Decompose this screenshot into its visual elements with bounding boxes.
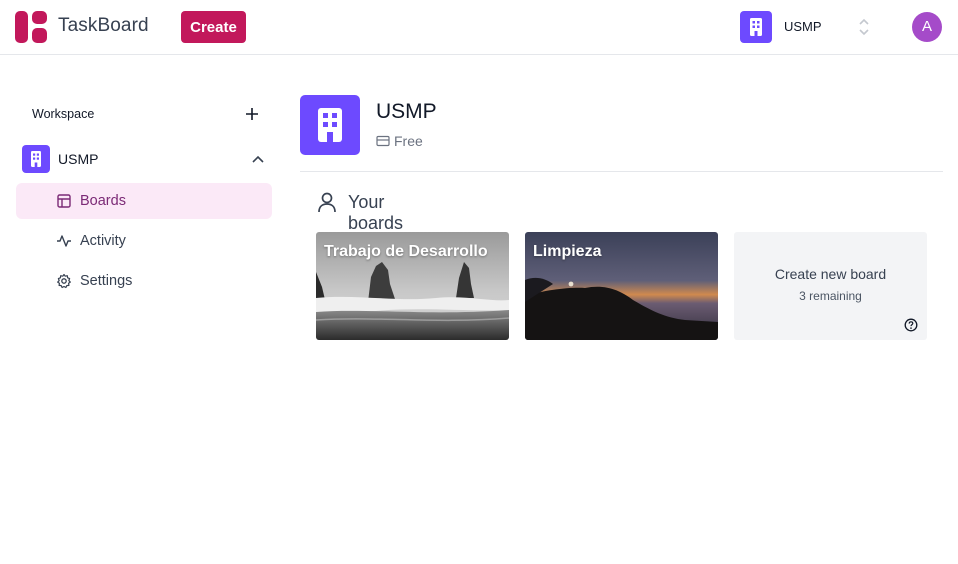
- activity-icon: [57, 235, 71, 247]
- help-circle-icon[interactable]: [904, 318, 918, 332]
- create-new-board-card[interactable]: Create new board 3 remaining: [734, 232, 927, 340]
- board-title: Trabajo de Desarrollo: [324, 243, 488, 260]
- chevron-up-icon[interactable]: [251, 153, 265, 165]
- org-switcher-label: USMP: [784, 19, 822, 34]
- building-icon: [22, 145, 50, 173]
- your-boards-label: Your boards: [348, 192, 404, 233]
- boards-remaining-label: 3 remaining: [799, 289, 862, 303]
- user-icon: [318, 192, 336, 213]
- taskboard-logo-icon[interactable]: [15, 11, 47, 43]
- board-layout-icon: [57, 194, 71, 208]
- credit-card-icon: [376, 135, 390, 147]
- org-avatar-building-icon: [300, 95, 360, 155]
- plan-label: Free: [394, 133, 423, 149]
- board-card-limpieza[interactable]: Limpieza: [525, 232, 718, 340]
- chevron-up-down-icon: [859, 18, 869, 36]
- plus-icon[interactable]: [244, 106, 260, 122]
- sidebar-item-activity[interactable]: Activity: [16, 223, 272, 259]
- workspace-name: USMP: [58, 151, 99, 167]
- workspace-label: Workspace: [32, 107, 95, 121]
- sidebar-item-label: Activity: [80, 233, 126, 249]
- sidebar-item-label: Boards: [80, 193, 126, 209]
- workspace-usmp[interactable]: USMP: [22, 145, 272, 173]
- settings-gear-icon: [57, 273, 71, 289]
- create-button[interactable]: Create: [181, 11, 246, 43]
- sidebar-item-label: Settings: [80, 273, 133, 289]
- board-card-trabajo-de-desarrollo[interactable]: Trabajo de Desarrollo: [316, 232, 509, 340]
- sidebar-item-settings[interactable]: Settings: [16, 263, 272, 299]
- top-bar: TaskBoard Create USMP A: [0, 0, 958, 55]
- app-name: TaskBoard: [58, 15, 149, 36]
- building-icon: [740, 11, 772, 43]
- divider: [300, 171, 943, 172]
- create-new-board-label: Create new board: [774, 266, 887, 282]
- org-title: USMP: [376, 100, 437, 123]
- sidebar-item-boards[interactable]: Boards: [16, 183, 272, 219]
- board-title: Limpieza: [533, 243, 602, 260]
- user-avatar[interactable]: A: [912, 12, 942, 42]
- org-switcher[interactable]: USMP: [740, 11, 875, 43]
